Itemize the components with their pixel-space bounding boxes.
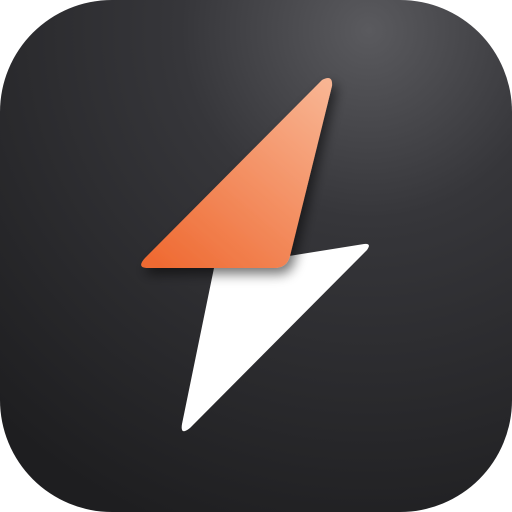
icon-canvas bbox=[0, 0, 512, 512]
app-icon-graphic bbox=[0, 0, 512, 512]
lightning-bolt-app-icon bbox=[0, 0, 512, 512]
